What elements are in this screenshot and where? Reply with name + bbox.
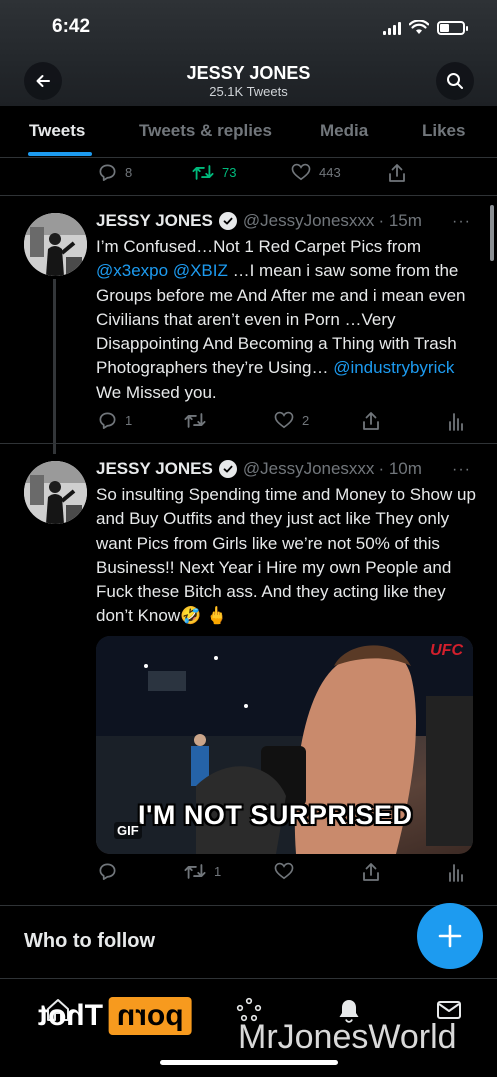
active-tab-indicator	[28, 152, 92, 156]
tweet-actions: 1	[96, 862, 476, 886]
share-button[interactable]	[362, 862, 380, 882]
analytics-icon	[449, 864, 463, 882]
tweet-text-segment: We Missed you.	[96, 382, 217, 402]
tweet-actions: 1 2	[96, 411, 476, 435]
share-button[interactable]	[362, 411, 380, 431]
verified-icon	[218, 460, 237, 478]
tweet-count: 25.1K Tweets	[209, 84, 288, 99]
mention-link[interactable]: @industrybyrick	[333, 358, 454, 377]
author-name[interactable]: JESSY JONES	[96, 211, 213, 231]
reply-button[interactable]: 1	[98, 411, 132, 430]
verified-icon	[218, 212, 237, 230]
more-options-button[interactable]: ···	[452, 213, 471, 231]
like-count: 2	[302, 412, 310, 428]
compose-tweet-button[interactable]	[417, 903, 483, 969]
retweet-button[interactable]: 73	[192, 163, 236, 182]
tweet-actions: 8 73 443	[96, 163, 476, 187]
author-handle[interactable]: @JessyJonesxxx	[243, 459, 375, 479]
share-button[interactable]	[388, 163, 406, 183]
scrollbar[interactable]	[490, 205, 494, 261]
tweet-divider	[0, 195, 497, 196]
cellular-signal-icon	[383, 21, 401, 35]
reply-icon	[99, 863, 116, 880]
status-icons	[383, 20, 468, 35]
share-icon	[363, 412, 379, 430]
profile-name: JESSY JONES	[186, 63, 311, 83]
author-handle[interactable]: @JessyJonesxxx	[243, 211, 375, 231]
analytics-button[interactable]	[448, 862, 464, 882]
retweet-button[interactable]	[184, 411, 214, 430]
retweet-count: 73	[222, 165, 237, 180]
retweet-button[interactable]: 1	[184, 862, 221, 881]
watermark-logo-text: Thot	[38, 999, 103, 1032]
search-icon	[447, 73, 463, 89]
tweet-text: I’m Confused…Not 1 Red Carpet Pics from …	[96, 235, 476, 405]
mention-link[interactable]: @x3expo	[96, 261, 168, 280]
analytics-button[interactable]	[448, 411, 464, 431]
reply-icon	[99, 412, 116, 429]
reply-count: 1	[125, 413, 133, 428]
share-icon	[363, 863, 379, 881]
share-icon	[389, 164, 405, 182]
retweet-icon	[184, 413, 206, 428]
retweet-count: 1	[214, 864, 222, 879]
thread-line	[53, 279, 56, 454]
tweet-divider	[0, 443, 497, 444]
retweet-icon	[192, 165, 214, 180]
ufc-logo: UFC	[430, 642, 463, 659]
avatar[interactable]	[24, 213, 87, 276]
watermark-logo-box: porn	[108, 997, 192, 1035]
reply-count: 8	[125, 165, 133, 180]
tweet-text: So insulting Spending time and Money to …	[96, 485, 476, 626]
who-to-follow-heading: Who to follow	[24, 930, 156, 952]
avatar-photo	[24, 213, 87, 276]
reply-icon	[99, 164, 116, 181]
tweet-divider	[0, 905, 497, 906]
status-time: 6:42	[52, 16, 91, 37]
heart-icon	[274, 862, 294, 880]
tab-tweets-and-replies[interactable]: Tweets & replies	[139, 121, 272, 141]
like-button[interactable]: 443	[291, 163, 341, 181]
analytics-icon	[449, 413, 463, 431]
gif-caption: I'M NOT SURPRISED	[138, 800, 413, 830]
heart-icon	[274, 411, 294, 429]
more-options-button[interactable]: ···	[452, 461, 471, 479]
battery-icon	[437, 20, 468, 35]
author-name[interactable]: JESSY JONES	[96, 459, 213, 479]
tweet-header: JESSY JONES @JessyJonesxxx · 10m	[96, 459, 422, 479]
gif-media[interactable]: UFC I'M NOT SURPRISED GIF	[96, 636, 473, 854]
tab-media[interactable]: Media	[320, 121, 368, 141]
tweet-time: · 10m	[378, 459, 422, 478]
heart-icon	[291, 163, 311, 181]
plus-icon	[438, 924, 462, 948]
watermark-logo: porn Thot	[32, 997, 192, 1035]
profile-header: 6:42 JESSY JONES 25.1K Tweets	[0, 0, 497, 106]
avatar-photo	[24, 461, 87, 524]
reply-button[interactable]	[98, 862, 125, 881]
profile-tabs: Tweets Tweets & replies Media Likes	[0, 106, 497, 158]
wifi-icon	[409, 20, 429, 34]
tab-likes[interactable]: Likes	[422, 121, 465, 141]
mention-link[interactable]: @XBIZ	[173, 261, 228, 280]
status-bar: 6:42	[0, 14, 497, 42]
reply-button[interactable]: 8	[98, 163, 132, 182]
like-button[interactable]	[274, 862, 302, 880]
tweet-header: JESSY JONES @JessyJonesxxx · 15m	[96, 211, 422, 231]
tweet-text-segment: I’m Confused…Not 1 Red Carpet Pics from	[96, 237, 422, 256]
avatar[interactable]	[24, 461, 87, 524]
like-button[interactable]: 2	[274, 411, 309, 429]
like-count: 443	[319, 164, 341, 180]
tweet-time: · 15m	[378, 211, 422, 230]
watermark-text: MrJonesWorld	[238, 1018, 457, 1056]
search-button[interactable]	[436, 62, 474, 100]
gif-badge: GIF	[114, 822, 142, 839]
tab-tweets[interactable]: Tweets	[29, 121, 85, 141]
retweet-icon	[184, 864, 206, 879]
home-indicator[interactable]	[160, 1060, 338, 1065]
